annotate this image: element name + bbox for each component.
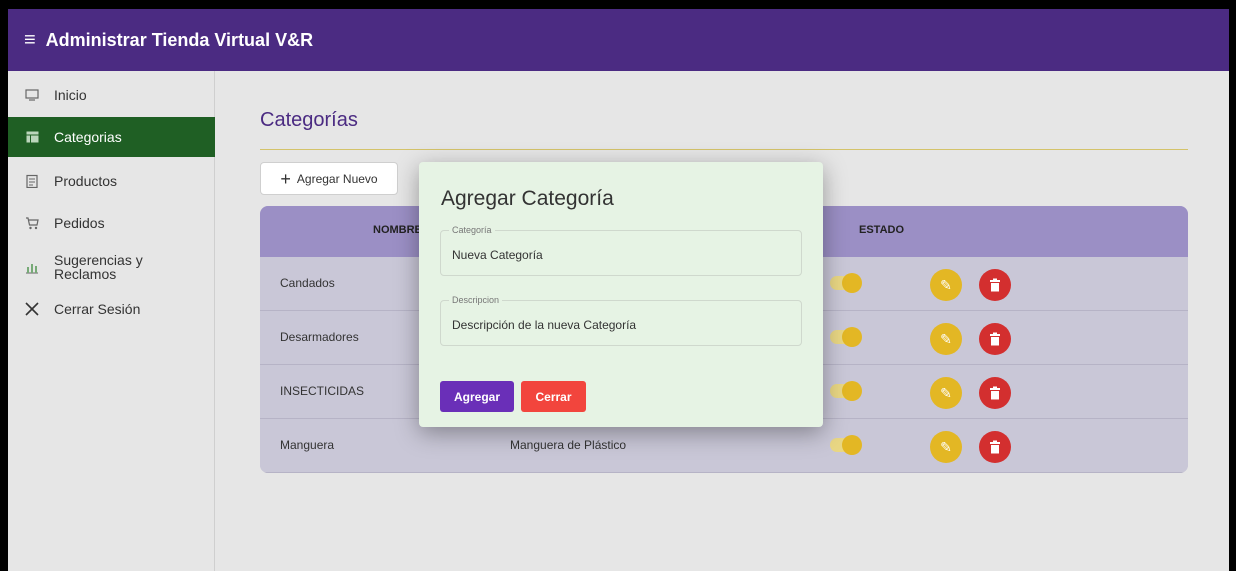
trash-icon: [990, 440, 1000, 454]
cerrar-button[interactable]: Cerrar: [521, 381, 586, 412]
header-nombre: NOMBRE: [373, 224, 422, 236]
sidebar-item-label-line2: Reclamos: [54, 266, 117, 282]
status-toggle[interactable]: [830, 381, 862, 401]
cell-nombre: Candados: [280, 276, 335, 290]
toggle-knob: [842, 273, 862, 293]
sidebar-item-label: Cerrar Sesión: [54, 301, 141, 317]
add-category-dialog: Agregar Categoría Categoría Nueva Catego…: [419, 162, 823, 427]
app-window: ≡ Administrar Tienda Virtual V&R Inicio …: [8, 9, 1229, 571]
sidebar-item-sugerencias[interactable]: Sugerencias y Reclamos: [8, 247, 215, 287]
delete-button[interactable]: [979, 377, 1011, 409]
edit-button[interactable]: ✎: [930, 431, 962, 463]
sidebar-item-cerrar-sesion[interactable]: Cerrar Sesión: [8, 295, 215, 323]
delete-button[interactable]: [979, 269, 1011, 301]
status-toggle[interactable]: [830, 327, 862, 347]
pencil-icon: ✎: [940, 438, 952, 455]
cell-nombre: INSECTICIDAS: [280, 384, 365, 398]
pencil-icon: ✎: [940, 384, 952, 401]
sidebar-item-pedidos[interactable]: Pedidos: [8, 209, 215, 237]
sidebar-item-categorias[interactable]: Categorias: [8, 117, 215, 157]
edit-button[interactable]: ✎: [930, 269, 962, 301]
sidebar: Inicio Categorias Productos Pedidos Suge…: [8, 71, 215, 571]
cell-nombre: Manguera: [280, 438, 335, 452]
sidebar-item-inicio[interactable]: Inicio: [8, 81, 215, 109]
sidebar-item-label: Categorias: [54, 129, 122, 145]
add-new-button[interactable]: + Agregar Nuevo: [260, 162, 398, 195]
description-input[interactable]: Descripción de la nueva Categoría: [452, 318, 792, 332]
sidebar-item-label: Inicio: [54, 87, 87, 103]
title-divider: [260, 149, 1188, 150]
sidebar-item-label: Productos: [54, 173, 118, 189]
category-field[interactable]: Categoría Nueva Categoría: [440, 225, 802, 276]
cell-descripcion: Manguera de Plástico: [510, 438, 627, 452]
pencil-icon: ✎: [940, 276, 952, 293]
sidebar-item-label-group: Sugerencias y Reclamos: [54, 253, 143, 281]
plus-icon: +: [280, 168, 291, 189]
edit-button[interactable]: ✎: [930, 323, 962, 355]
toggle-knob: [842, 381, 862, 401]
app-title: Administrar Tienda Virtual V&R: [45, 29, 314, 50]
agregar-button[interactable]: Agregar: [440, 381, 514, 412]
close-icon: [24, 301, 40, 317]
trash-icon: [990, 278, 1000, 292]
app-bar: ≡ Administrar Tienda Virtual V&R: [8, 9, 1229, 71]
chart-icon: [24, 259, 40, 275]
status-toggle[interactable]: [830, 273, 862, 293]
trash-icon: [990, 386, 1000, 400]
sidebar-item-label: Sugerencias y: [54, 252, 143, 268]
toggle-knob: [842, 435, 862, 455]
category-field-label: Categoría: [449, 225, 495, 235]
delete-button[interactable]: [979, 431, 1011, 463]
status-toggle[interactable]: [830, 435, 862, 455]
add-new-label: Agregar Nuevo: [296, 171, 378, 186]
dialog-title: Agregar Categoría: [441, 187, 614, 210]
monitor-icon: [24, 87, 40, 103]
cart-icon: [24, 215, 40, 231]
cell-nombre: Desarmadores: [280, 330, 359, 344]
menu-icon[interactable]: ≡: [24, 30, 36, 50]
clipboard-icon: [24, 173, 40, 189]
table-icon: [24, 129, 40, 145]
category-input[interactable]: Nueva Categoría: [452, 248, 792, 262]
delete-button[interactable]: [979, 323, 1011, 355]
edit-button[interactable]: ✎: [930, 377, 962, 409]
pencil-icon: ✎: [940, 330, 952, 347]
page-title: Categorías: [260, 109, 358, 131]
table-row: Manguera Manguera de Plástico ✎: [260, 419, 1188, 473]
toggle-knob: [842, 327, 862, 347]
sidebar-item-label: Pedidos: [54, 215, 105, 231]
description-field[interactable]: Descripcion Descripción de la nueva Cate…: [440, 295, 802, 346]
header-estado: ESTADO: [859, 224, 905, 236]
trash-icon: [990, 332, 1000, 346]
description-field-label: Descripcion: [449, 295, 503, 305]
sidebar-item-productos[interactable]: Productos: [8, 167, 215, 195]
